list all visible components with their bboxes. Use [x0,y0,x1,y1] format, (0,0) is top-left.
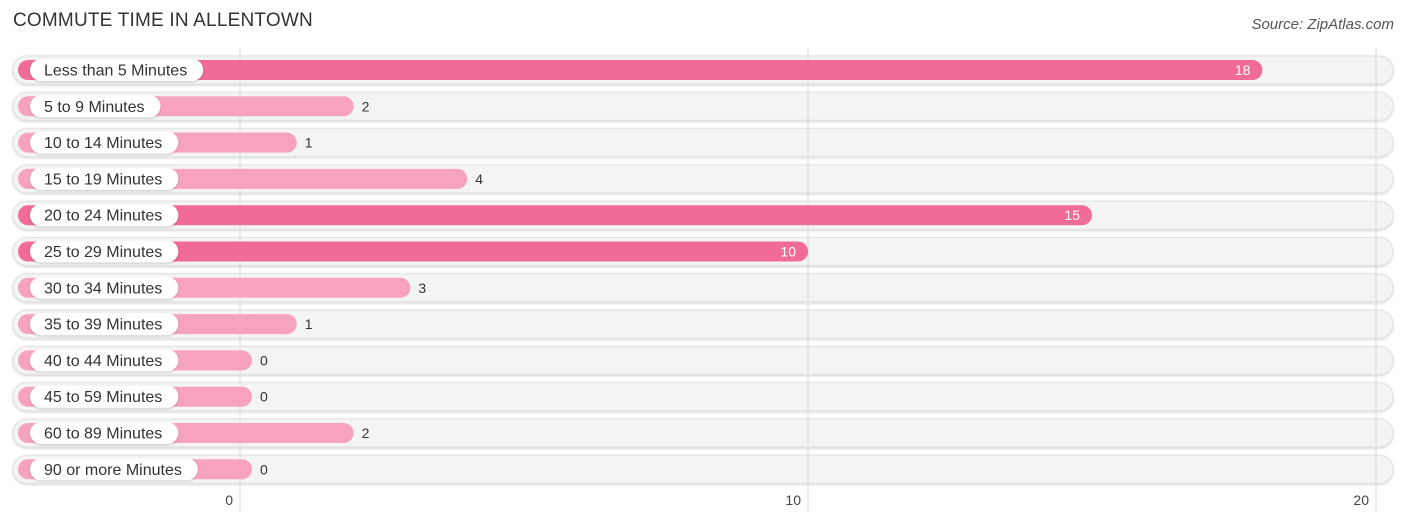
value-label: 0 [260,461,268,477]
value-label: 2 [362,425,370,441]
bar-row: Less than 5 Minutes 18 [18,59,1263,81]
value-label: 2 [362,98,370,114]
bar-row: 90 or more Minutes 0 [18,458,268,481]
bar-row: 15 to 19 Minutes 4 [18,167,483,190]
category-label: 90 or more Minutes [44,462,182,479]
x-tick-label: 0 [225,492,233,508]
bar-row: 35 to 39 Minutes 1 [18,313,313,336]
bar [18,205,1092,226]
category-label: 45 to 59 Minutes [44,389,162,406]
bar-row: 60 to 89 Minutes 2 [18,422,370,444]
value-label: 1 [305,316,313,332]
value-label: 10 [780,244,796,260]
value-label: 0 [260,389,268,405]
category-label: 10 to 14 Minutes [44,135,162,152]
x-tick-label: 20 [1353,492,1369,508]
bar-row: 45 to 59 Minutes 0 [18,385,268,408]
bar-row: 30 to 34 Minutes 3 [18,276,426,299]
category-label: 60 to 89 Minutes [44,426,162,443]
value-label: 0 [260,352,268,368]
x-tick-label: 10 [785,492,801,508]
category-label: 5 to 9 Minutes [44,99,145,116]
category-label: 30 to 34 Minutes [44,280,162,297]
value-label: 18 [1235,62,1251,78]
bar-row: 40 to 44 Minutes 0 [18,349,268,372]
category-label: 35 to 39 Minutes [44,317,162,334]
bar-row: 5 to 9 Minutes 2 [18,95,370,118]
category-label: 15 to 19 Minutes [44,171,162,188]
category-label: Less than 5 Minutes [44,63,187,80]
value-label: 4 [475,171,483,187]
bar-chart: Less than 5 Minutes 18 5 to 9 Minutes 2 10 t… [12,48,1394,512]
category-label: 40 to 44 Minutes [44,353,162,370]
bar-row: 25 to 29 Minutes 10 [18,240,808,263]
bar-row: 10 to 14 Minutes 1 [18,131,313,154]
value-label: 1 [305,135,313,151]
value-label: 3 [418,280,426,296]
category-label: 20 to 24 Minutes [44,208,162,225]
value-label: 15 [1064,207,1080,223]
category-label: 25 to 29 Minutes [44,244,162,261]
bar [18,60,1263,80]
bar-row: 20 to 24 Minutes 15 [18,204,1092,227]
